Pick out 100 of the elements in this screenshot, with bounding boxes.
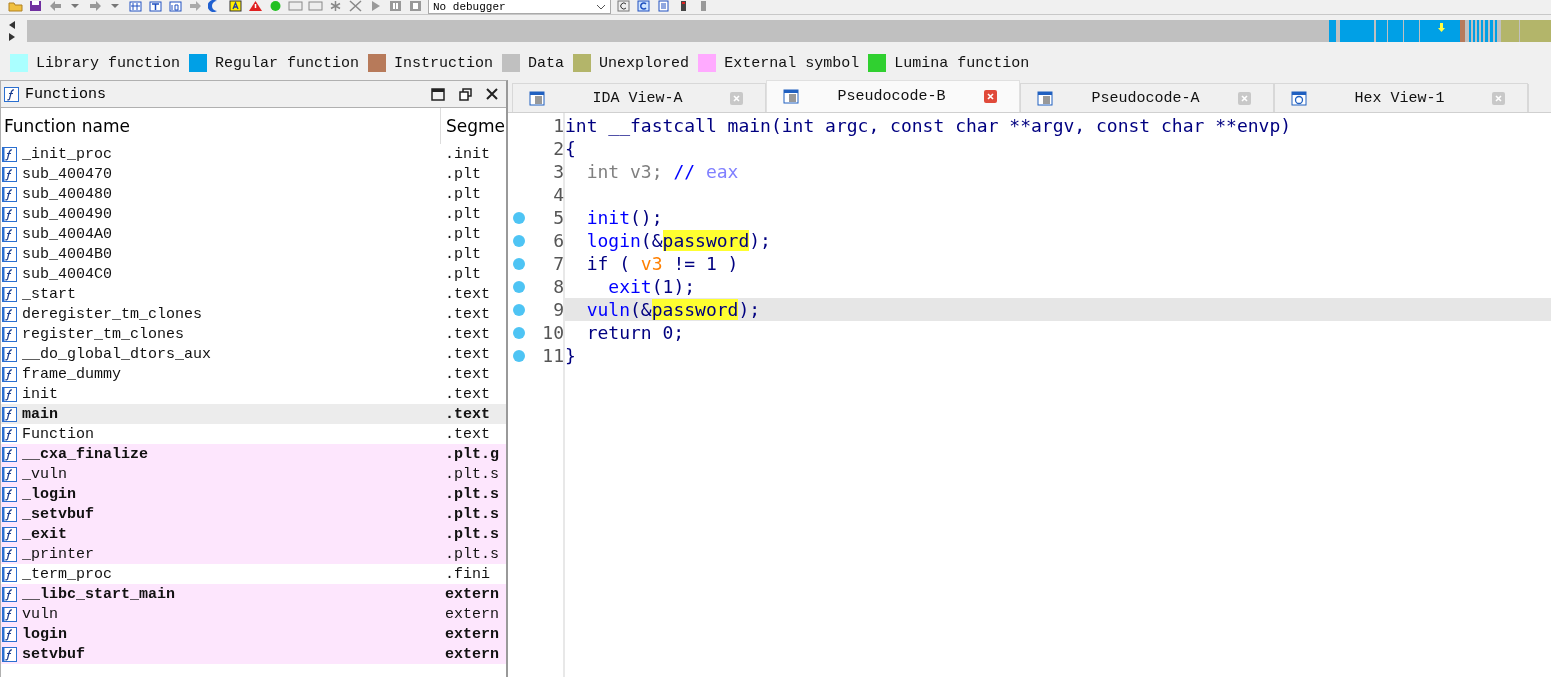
legend-label: Library function bbox=[36, 54, 181, 72]
segment-cell: .text bbox=[445, 365, 490, 383]
tab[interactable]: Pseudocode-A bbox=[1020, 83, 1274, 112]
function-row[interactable]: _printer .plt.s bbox=[1, 544, 506, 564]
function-row[interactable]: __libc_start_main extern bbox=[1, 584, 506, 604]
function-name: sub_400480 bbox=[22, 185, 113, 203]
debugger-dropdown[interactable]: No debugger bbox=[428, 0, 611, 14]
segment-cell: .text bbox=[445, 425, 490, 443]
function-name: _exit bbox=[22, 525, 68, 543]
column-header[interactable]: Segme bbox=[441, 116, 506, 136]
legend-label: Regular function bbox=[215, 54, 360, 72]
line-number: 3 bbox=[552, 161, 565, 182]
function-row[interactable]: frame_dummy .text bbox=[1, 364, 506, 384]
run-status-icon[interactable] bbox=[268, 0, 283, 12]
line-number: 10 bbox=[541, 322, 565, 343]
function-row[interactable]: sub_4004B0 .plt bbox=[1, 244, 506, 264]
segment-cell: .text bbox=[445, 305, 490, 323]
pause-icon[interactable] bbox=[388, 0, 403, 12]
function-row[interactable]: vuln extern bbox=[1, 604, 506, 624]
tab[interactable]: Hex View-1 bbox=[1274, 83, 1528, 112]
scroll-arrows-icon[interactable] bbox=[7, 20, 17, 42]
close-icon[interactable] bbox=[486, 88, 498, 100]
function-row[interactable]: _init_proc .init bbox=[1, 144, 506, 164]
panel-title: Functions bbox=[25, 85, 107, 103]
function-row[interactable]: init .text bbox=[1, 384, 506, 404]
function-name: frame_dummy bbox=[22, 365, 123, 383]
code-line: exit(1); bbox=[607, 275, 697, 298]
function-name: login bbox=[22, 625, 68, 643]
segment-cell: .plt bbox=[445, 265, 481, 283]
function-name: register_tm_clones bbox=[22, 325, 186, 343]
code-line: return 0; bbox=[585, 321, 686, 344]
code-icon[interactable] bbox=[288, 0, 303, 12]
grid-icon[interactable] bbox=[128, 0, 143, 12]
column-header[interactable]: Function name bbox=[1, 108, 441, 144]
legend-label: Lumina function bbox=[894, 54, 1030, 72]
open-folder-icon[interactable] bbox=[8, 0, 23, 12]
legend-label: Data bbox=[528, 54, 565, 72]
save-icon[interactable] bbox=[28, 0, 43, 12]
asterisk-icon[interactable] bbox=[328, 0, 343, 12]
code-line: int __fastcall main(int argc, const char **argv, const char **envp) bbox=[565, 114, 1293, 137]
segment-cell: .plt bbox=[445, 205, 481, 223]
back-arrow-icon[interactable] bbox=[48, 0, 63, 12]
function-row[interactable]: __do_global_dtors_aux .text bbox=[1, 344, 506, 364]
text-icon[interactable] bbox=[148, 0, 163, 12]
function-name: _login bbox=[22, 485, 77, 503]
function-name: sub_4004B0 bbox=[22, 245, 113, 263]
function-name: _start bbox=[22, 285, 77, 303]
line-number: 6 bbox=[552, 230, 565, 251]
document-icon bbox=[1037, 90, 1053, 106]
maximize-icon[interactable] bbox=[431, 87, 445, 101]
line-number: 11 bbox=[541, 345, 565, 366]
caret-icon bbox=[595, 3, 606, 10]
warning-icon[interactable] bbox=[248, 0, 263, 12]
c-code-icon[interactable] bbox=[615, 0, 631, 12]
navigation-band[interactable] bbox=[27, 20, 1551, 42]
tab[interactable]: IDA View-A bbox=[512, 83, 766, 112]
function-row[interactable]: _exit .plt.s bbox=[1, 524, 506, 544]
line-number: 2 bbox=[552, 138, 565, 159]
forward-arrow-icon[interactable] bbox=[88, 0, 103, 12]
function-row[interactable]: _vuln .plt.s bbox=[1, 464, 506, 484]
function-row[interactable]: _login .plt.s bbox=[1, 484, 506, 504]
function-name: _setvbuf bbox=[22, 505, 95, 523]
function-row[interactable]: Function .text bbox=[1, 424, 506, 444]
function-row[interactable]: sub_400490 .plt bbox=[1, 204, 506, 224]
function-row[interactable]: setvbuf extern bbox=[1, 644, 506, 664]
function-row[interactable]: __cxa_finalize .plt.g bbox=[1, 444, 506, 464]
function-row[interactable]: login extern bbox=[1, 624, 506, 644]
segment-cell: .text bbox=[445, 385, 490, 403]
function-name: setvbuf bbox=[22, 645, 86, 663]
function-row[interactable]: _setvbuf .plt.s bbox=[1, 504, 506, 524]
code-line: { bbox=[565, 137, 577, 160]
segment-cell: .plt bbox=[445, 245, 481, 263]
data-icon[interactable] bbox=[308, 0, 323, 12]
function-name: _printer bbox=[22, 545, 95, 563]
function-row[interactable]: _start .text bbox=[1, 284, 506, 304]
c-code-icon[interactable] bbox=[635, 0, 651, 12]
highlight-icon[interactable] bbox=[228, 0, 243, 12]
function-row[interactable]: register_tm_clones .text bbox=[1, 324, 506, 344]
function-row[interactable]: sub_4004A0 .plt bbox=[1, 224, 506, 244]
function-row[interactable]: deregister_tm_clones .text bbox=[1, 304, 506, 324]
function-name: sub_400490 bbox=[22, 205, 113, 223]
document-icon bbox=[783, 89, 799, 104]
line-number: 4 bbox=[552, 184, 565, 205]
binary-icon[interactable] bbox=[168, 0, 183, 12]
segment-cell: .plt bbox=[445, 165, 481, 183]
function-row[interactable]: sub_400480 .plt bbox=[1, 184, 506, 204]
function-row[interactable]: sub_4004C0 .plt bbox=[1, 264, 506, 284]
tab[interactable]: Pseudocode-B bbox=[766, 80, 1020, 112]
restore-icon[interactable] bbox=[459, 87, 472, 101]
cross-icon[interactable] bbox=[348, 0, 363, 12]
legend-label: Unexplored bbox=[599, 54, 690, 72]
segment-cell: .plt.s bbox=[445, 525, 499, 543]
function-row[interactable]: _term_proc .fini bbox=[1, 564, 506, 584]
jump-arrow-icon[interactable] bbox=[188, 0, 203, 12]
function-row[interactable]: main .text bbox=[1, 404, 506, 424]
code-line: int v3; // eax bbox=[585, 160, 740, 183]
function-row[interactable]: sub_400470 .plt bbox=[1, 164, 506, 184]
line-number: 1 bbox=[552, 115, 565, 136]
segment-cell: .plt.s bbox=[445, 545, 499, 563]
stop-icon[interactable] bbox=[408, 0, 423, 12]
